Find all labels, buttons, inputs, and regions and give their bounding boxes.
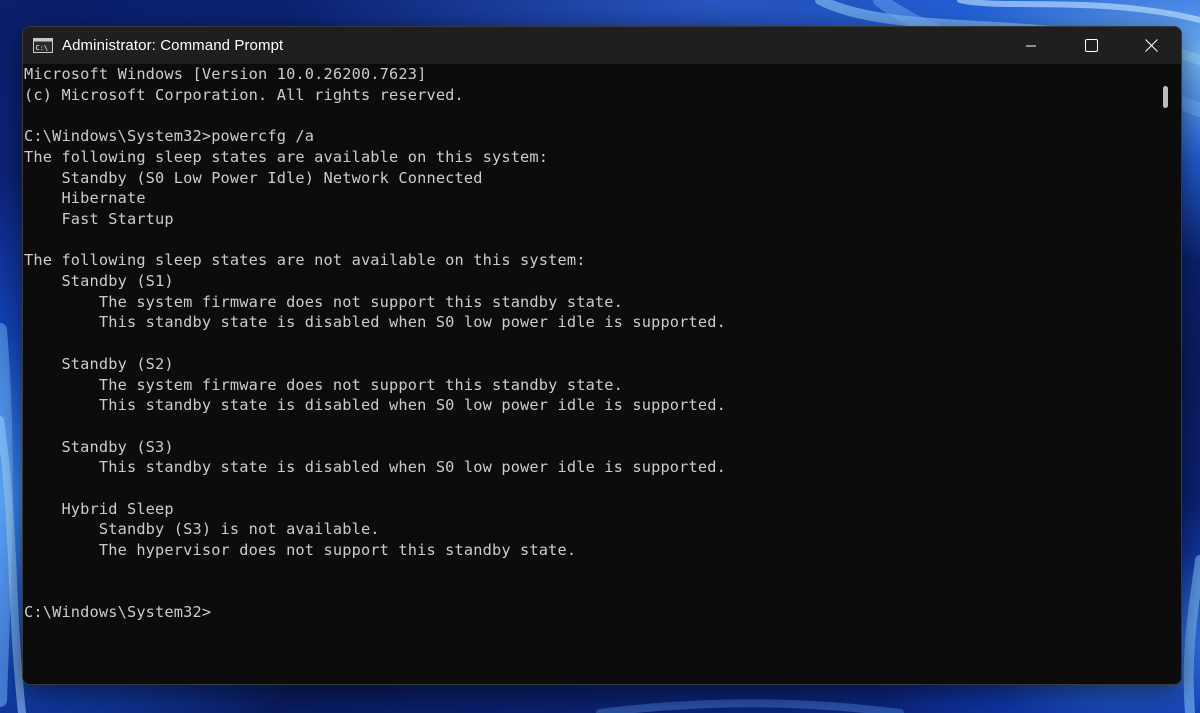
console-line: The system firmware does not support thi… (24, 292, 624, 311)
console-line: Standby (S0 Low Power Idle) Network Conn… (24, 168, 483, 187)
console-line: The system firmware does not support thi… (24, 375, 624, 394)
console-line: The following sleep states are not avail… (24, 251, 586, 270)
console-command-line: C:\Windows\System32>powercfg /a (24, 127, 315, 146)
command-prompt-window[interactable]: C:\ Administrator: Command Prompt Micros… (22, 26, 1182, 685)
console-line: Standby (S2) (24, 354, 174, 373)
console-line: This standby state is disabled when S0 l… (24, 396, 726, 415)
console-output[interactable]: Microsoft Windows [Version 10.0.26200.76… (23, 64, 1153, 684)
window-title: Administrator: Command Prompt (62, 37, 284, 54)
title-bar[interactable]: C:\ Administrator: Command Prompt (23, 27, 1181, 64)
console-line: This standby state is disabled when S0 l… (24, 313, 726, 332)
scrollbar-thumb[interactable] (1163, 86, 1168, 108)
cmd-icon: C:\ (33, 38, 53, 53)
console-line: This standby state is disabled when S0 l… (24, 458, 726, 477)
minimize-icon (1026, 45, 1036, 46)
console-line: Fast Startup (24, 209, 174, 228)
svg-text:C:\: C:\ (36, 44, 49, 52)
console-line: Hybrid Sleep (24, 499, 174, 518)
close-icon (1144, 39, 1158, 52)
console-line: Standby (S1) (24, 272, 174, 291)
console-line: The hypervisor does not support this sta… (24, 541, 577, 560)
console-line: Standby (S3) (24, 437, 174, 456)
console-line: The following sleep states are available… (24, 147, 549, 166)
caption-buttons (1001, 27, 1181, 64)
console-line: Microsoft Windows [Version 10.0.26200.76… (24, 65, 427, 83)
close-button[interactable] (1121, 27, 1181, 64)
console-prompt[interactable]: C:\Windows\System32> (24, 603, 211, 621)
console-line: Hibernate (24, 189, 146, 208)
vertical-scrollbar[interactable] (1153, 64, 1181, 684)
minimize-button[interactable] (1001, 27, 1061, 64)
maximize-button[interactable] (1061, 27, 1121, 64)
console-line: (c) Microsoft Corporation. All rights re… (24, 85, 464, 104)
console-line: Standby (S3) is not available. (24, 520, 380, 539)
maximize-icon (1084, 39, 1098, 52)
